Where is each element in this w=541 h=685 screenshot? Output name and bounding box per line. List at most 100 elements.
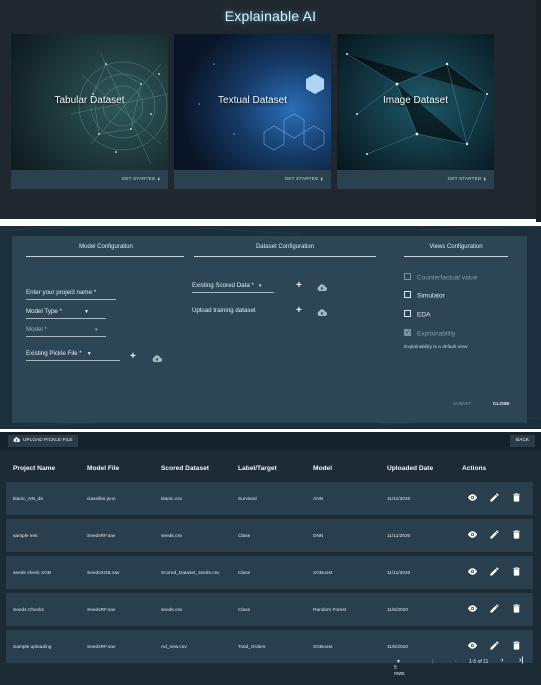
projects-panel: UPLOAD PICKLE FILE BACK Project Name Mod… — [0, 432, 541, 685]
page-range: 1-5 of 11 — [469, 659, 489, 665]
model-type-select[interactable]: Model Type * ▼ — [26, 308, 106, 319]
pagination: 5 rows ▼ |‹ ‹ 1-5 of 11 › ›| — [0, 653, 541, 677]
scored-data-select[interactable]: Existing Scored Data * ▾ — [192, 282, 274, 293]
upload-pickle-button[interactable]: UPLOAD PICKLE FILE — [8, 435, 78, 447]
upload-pickle-label: UPLOAD PICKLE FILE — [23, 438, 73, 443]
column-header: Scored Dataset — [161, 465, 210, 472]
cell-scored-dataset: Ad_new.csv — [161, 645, 187, 650]
model-label: Model * — [26, 326, 47, 333]
table-row[interactable]: titanic_NN_ds classifier.json titanic.cs… — [6, 482, 533, 515]
caret-down-icon: ▼ — [84, 309, 89, 315]
cell-model: ANN — [313, 497, 324, 502]
checkbox-box — [404, 273, 411, 280]
table-row[interactable]: sample test SeedsRF.sav seeds.csv Class … — [6, 519, 533, 552]
delete-icon[interactable] — [511, 640, 522, 651]
cell-model-file: SeedsRF.sav — [87, 608, 116, 613]
explainability-label: Explainability — [417, 330, 456, 338]
upload-training-text: Upload training dataset — [192, 307, 256, 314]
pickle-file-label: Existing Pickle File * — [26, 350, 82, 357]
rows-per-page-select[interactable]: 5 rows ▼ — [394, 659, 405, 677]
dataset-selection-panel: Explainable AI Tabular Dataset GET START… — [0, 0, 541, 222]
table-row[interactable]: Seeds Check1 SeedsRF.sav seeds.csv Class… — [6, 593, 533, 626]
edit-icon[interactable] — [489, 566, 500, 577]
caret-down-icon: ▼ — [86, 351, 92, 357]
view-icon[interactable] — [467, 640, 478, 651]
cell-label: Class — [238, 608, 250, 613]
cell-date: 11/6/2020 — [387, 608, 408, 613]
submit-button[interactable]: SUBMIT — [453, 402, 471, 407]
project-name-placeholder: Enter your project name * — [26, 289, 97, 296]
cloud-upload-icon[interactable] — [317, 309, 327, 316]
views-config-heading: Views Configuration — [429, 244, 483, 250]
view-icon[interactable] — [467, 603, 478, 614]
eda-checkbox[interactable]: EDA — [404, 310, 431, 319]
counterfactual-checkbox[interactable]: Counterfactual value — [404, 273, 477, 281]
textual-card-footer: GET STARTED › — [174, 170, 331, 189]
delete-icon[interactable] — [511, 566, 522, 577]
view-icon[interactable] — [467, 529, 478, 540]
eda-label: EDA — [417, 311, 431, 319]
cell-model-file: SeedsXGB.sav — [87, 571, 120, 576]
edit-icon[interactable] — [489, 492, 500, 503]
tabular-dataset-card[interactable]: Tabular Dataset GET STARTED › — [11, 34, 168, 189]
textual-card-label: Textual Dataset — [218, 95, 287, 106]
table-header: Project Name Model File Scored Dataset L… — [0, 454, 541, 482]
cloud-upload-icon — [13, 437, 20, 442]
cell-project: sample test — [13, 534, 38, 539]
back-button[interactable]: BACK — [509, 435, 535, 447]
views-config-divider — [404, 256, 508, 257]
add-training-dataset-button[interactable]: + — [296, 305, 302, 316]
caret-down-icon: ▾ — [258, 283, 262, 289]
first-page-icon[interactable]: |‹ — [432, 659, 435, 665]
get-started-label: GET STARTED — [121, 176, 156, 181]
cell-model: DNN — [313, 534, 324, 539]
delete-icon[interactable] — [511, 492, 522, 503]
cloud-upload-icon[interactable] — [152, 355, 162, 362]
textual-get-started-button[interactable]: GET STARTED › — [285, 175, 323, 183]
configuration-dialog: Model Configuration Dataset Configuratio… — [12, 236, 527, 423]
column-header: Model — [313, 465, 333, 472]
next-page-icon[interactable]: › — [501, 657, 503, 664]
rows-per-page-label: 5 rows — [394, 665, 405, 677]
tabular-get-started-button[interactable]: GET STARTED › — [121, 175, 160, 183]
view-icon[interactable] — [467, 566, 478, 577]
edit-icon[interactable] — [489, 529, 500, 540]
last-page-icon[interactable]: ›| — [519, 657, 523, 664]
projects-toolbar: UPLOAD PICKLE FILE BACK — [0, 432, 541, 450]
textual-dataset-card[interactable]: Textual Dataset GET STARTED › — [174, 34, 331, 189]
view-icon[interactable] — [467, 492, 478, 503]
cloud-upload-icon[interactable] — [317, 284, 327, 291]
simulator-label: Simulator — [417, 292, 445, 300]
cell-scored-dataset: titanic.csv — [161, 497, 183, 502]
cell-label: Class — [238, 534, 250, 539]
edit-icon[interactable] — [489, 640, 500, 651]
column-header: Label/Target — [238, 465, 277, 472]
edit-icon[interactable] — [489, 603, 500, 614]
table-row[interactable]: seeds check XGB SeedsXGB.sav Scored_Data… — [6, 556, 533, 589]
cell-model-file: classifier.json — [87, 497, 116, 502]
delete-icon[interactable] — [511, 529, 522, 540]
image-get-started-button[interactable]: GET STARTED › — [448, 175, 486, 183]
cell-project: Seeds Check1 — [13, 608, 45, 613]
cell-model: XGBoost — [313, 571, 333, 576]
model-select[interactable]: Model * ▾ — [26, 326, 106, 337]
simulator-checkbox[interactable]: Simulator — [404, 291, 445, 300]
column-header: Actions — [462, 465, 487, 472]
cell-model: XGBoost — [313, 645, 333, 650]
image-card-label: Image Dataset — [382, 95, 449, 106]
pickle-file-select[interactable]: Existing Pickle File * ▼ — [26, 350, 120, 361]
add-scored-data-button[interactable]: + — [296, 280, 302, 291]
cell-model: Random Forest — [313, 608, 347, 613]
prev-page-icon[interactable]: ‹ — [455, 659, 457, 665]
vertical-scrollbar[interactable] — [536, 0, 541, 222]
delete-icon[interactable] — [511, 603, 522, 614]
dataset-config-heading: Dataset Configuration — [255, 244, 315, 250]
explainability-checkbox: Explainability — [404, 328, 456, 338]
image-dataset-card[interactable]: Image Dataset GET STARTED › — [337, 34, 494, 189]
project-name-field[interactable]: Enter your project name * — [26, 289, 116, 300]
add-pickle-button[interactable]: + — [130, 351, 136, 362]
caret-down-icon: ▾ — [94, 327, 98, 333]
image-card-footer: GET STARTED › — [337, 170, 494, 189]
model-config-heading: Model Configuration — [79, 244, 133, 250]
close-button[interactable]: CLOSE — [493, 402, 510, 407]
